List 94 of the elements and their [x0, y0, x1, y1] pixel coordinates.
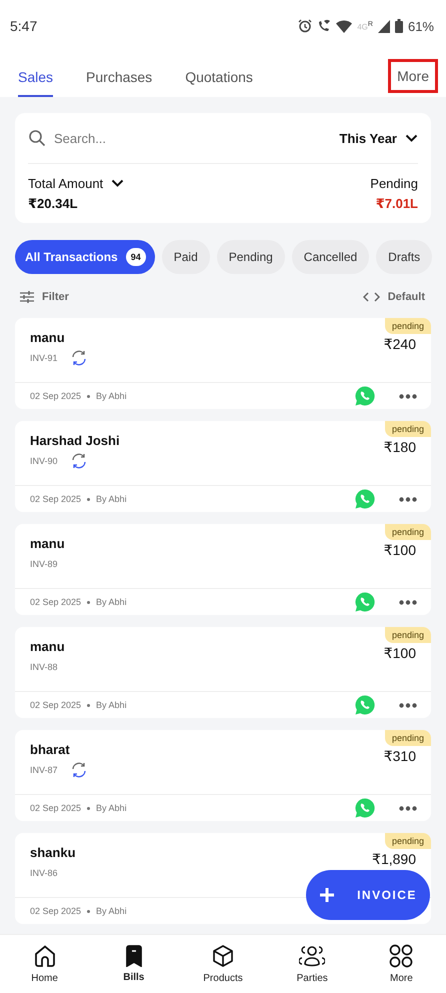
new-invoice-button[interactable]: INVOICE	[306, 870, 430, 920]
more-options-icon[interactable]	[399, 394, 417, 398]
search-field[interactable]: Search...	[52, 130, 334, 146]
customer-name: bharat	[30, 742, 71, 757]
invoice-number: INV-88	[30, 662, 58, 672]
created-by: By Abhi	[96, 391, 127, 401]
network-label: 4G$^{R}$	[357, 20, 373, 32]
status-badge: pending	[384, 627, 431, 643]
tab[interactable]: Quotations	[185, 52, 253, 97]
invoice-amount: ₹1,890	[372, 851, 417, 868]
invoice-card[interactable]: bharat INV-87 pending ₹310 02 Sep 2025 By Abhi	[15, 730, 431, 821]
more-options-icon[interactable]	[399, 496, 417, 502]
filter-chip[interactable]: Drafts	[376, 240, 432, 274]
separator-dot	[87, 394, 90, 398]
invoice-number: INV-89	[30, 559, 58, 569]
nav-item[interactable]: Parties	[268, 935, 357, 993]
invoice-amount: ₹240	[384, 336, 417, 353]
separator-dot	[87, 910, 90, 912]
wifi-call-icon	[317, 19, 332, 33]
plus-icon	[319, 887, 336, 903]
nav-item[interactable]: More	[356, 935, 446, 993]
filter-chip[interactable]: Paid	[162, 240, 210, 274]
invoice-card[interactable]: manu INV-91 pending ₹240 02 Sep 2025 By Abhi	[15, 318, 431, 409]
customer-name: manu	[30, 536, 65, 551]
customer-name: manu	[30, 639, 65, 654]
pending-label: Pending	[370, 176, 418, 191]
status-badge: pending	[384, 524, 431, 540]
status-badge: pending	[384, 318, 431, 334]
pending-amount: ₹7.01L	[376, 196, 418, 212]
chevron-down-icon	[111, 179, 124, 188]
invoice-amount: ₹100	[384, 645, 417, 662]
customer-name: manu	[30, 330, 66, 345]
grid-icon	[389, 944, 414, 968]
invoice-date: 02 Sep 2025	[30, 494, 82, 504]
filter-chip[interactable]: All Transactions 94	[15, 240, 155, 274]
chevron-down-icon	[405, 134, 418, 142]
nav-item[interactable]: Home	[0, 935, 90, 993]
status-badge: pending	[384, 421, 431, 437]
sliders-icon	[20, 291, 34, 303]
home-icon	[32, 944, 57, 968]
created-by: By Abhi	[96, 700, 127, 710]
status-badge: pending	[384, 833, 431, 849]
created-by: By Abhi	[96, 494, 127, 504]
separator-dot	[87, 498, 90, 500]
invoice-amount: ₹100	[384, 542, 417, 559]
bookmark-icon	[126, 945, 142, 967]
wifi-icon	[336, 20, 352, 32]
total-amount-dropdown[interactable]: Total Amount	[28, 176, 124, 191]
invoice-date: 02 Sep 2025	[30, 700, 82, 710]
created-by: By Abhi	[96, 906, 127, 916]
box-icon	[211, 944, 235, 968]
status-badge: pending	[384, 730, 431, 746]
more-options-icon[interactable]	[399, 702, 417, 708]
created-by: By Abhi	[96, 597, 127, 607]
status-time: 5:47	[10, 18, 38, 34]
filter-button[interactable]: Filter	[20, 291, 69, 303]
separator-dot	[87, 806, 90, 810]
signal-icon	[378, 20, 390, 32]
invoice-amount: ₹310	[384, 748, 417, 765]
invoice-card[interactable]: manu INV-88 pending ₹100 02 Sep 2025 By Abhi	[15, 627, 431, 718]
invoice-date: 02 Sep 2025	[30, 906, 82, 916]
customer-name: shanku	[30, 845, 76, 860]
nav-item[interactable]: Bills	[89, 935, 178, 993]
nav-item[interactable]: Products	[178, 935, 268, 993]
separator-dot	[87, 704, 90, 706]
invoice-number: INV-90	[30, 456, 58, 466]
more-options-icon[interactable]	[399, 600, 417, 604]
search-icon	[28, 129, 46, 147]
battery-icon	[394, 19, 403, 33]
invoice-date: 02 Sep 2025	[30, 391, 82, 401]
sort-button[interactable]: Default	[362, 291, 425, 303]
invoice-amount: ₹180	[384, 439, 417, 456]
invoice-card[interactable]: Harshad Joshi INV-90 pending ₹180 02 Sep 2025 By Abhi	[15, 421, 431, 512]
code-arrows-icon	[362, 292, 380, 302]
tab[interactable]: Purchases	[86, 52, 152, 97]
count-badge: 94	[126, 248, 146, 266]
separator-dot	[87, 600, 90, 604]
period-dropdown[interactable]: This Year	[339, 130, 418, 146]
invoice-number: INV-86	[30, 868, 58, 878]
invoice-date: 02 Sep 2025	[30, 803, 82, 813]
invoice-number: INV-87	[30, 765, 58, 775]
invoice-number: INV-91	[30, 353, 58, 363]
customer-name: Harshad Joshi	[30, 433, 120, 448]
filter-chip[interactable]: Pending	[216, 240, 285, 274]
total-amount: ₹20.34L	[28, 196, 78, 212]
created-by: By Abhi	[96, 803, 127, 813]
invoice-date: 02 Sep 2025	[30, 597, 82, 607]
more-button[interactable]: More	[388, 58, 438, 92]
filter-chip[interactable]: Cancelled	[292, 240, 370, 274]
people-icon	[299, 944, 326, 968]
more-options-icon[interactable]	[399, 806, 417, 810]
alarm-icon	[298, 19, 312, 33]
battery-level: 61%	[408, 18, 434, 34]
invoice-card[interactable]: manu INV-89 pending ₹100 02 Sep 2025 By Abhi	[15, 524, 431, 615]
